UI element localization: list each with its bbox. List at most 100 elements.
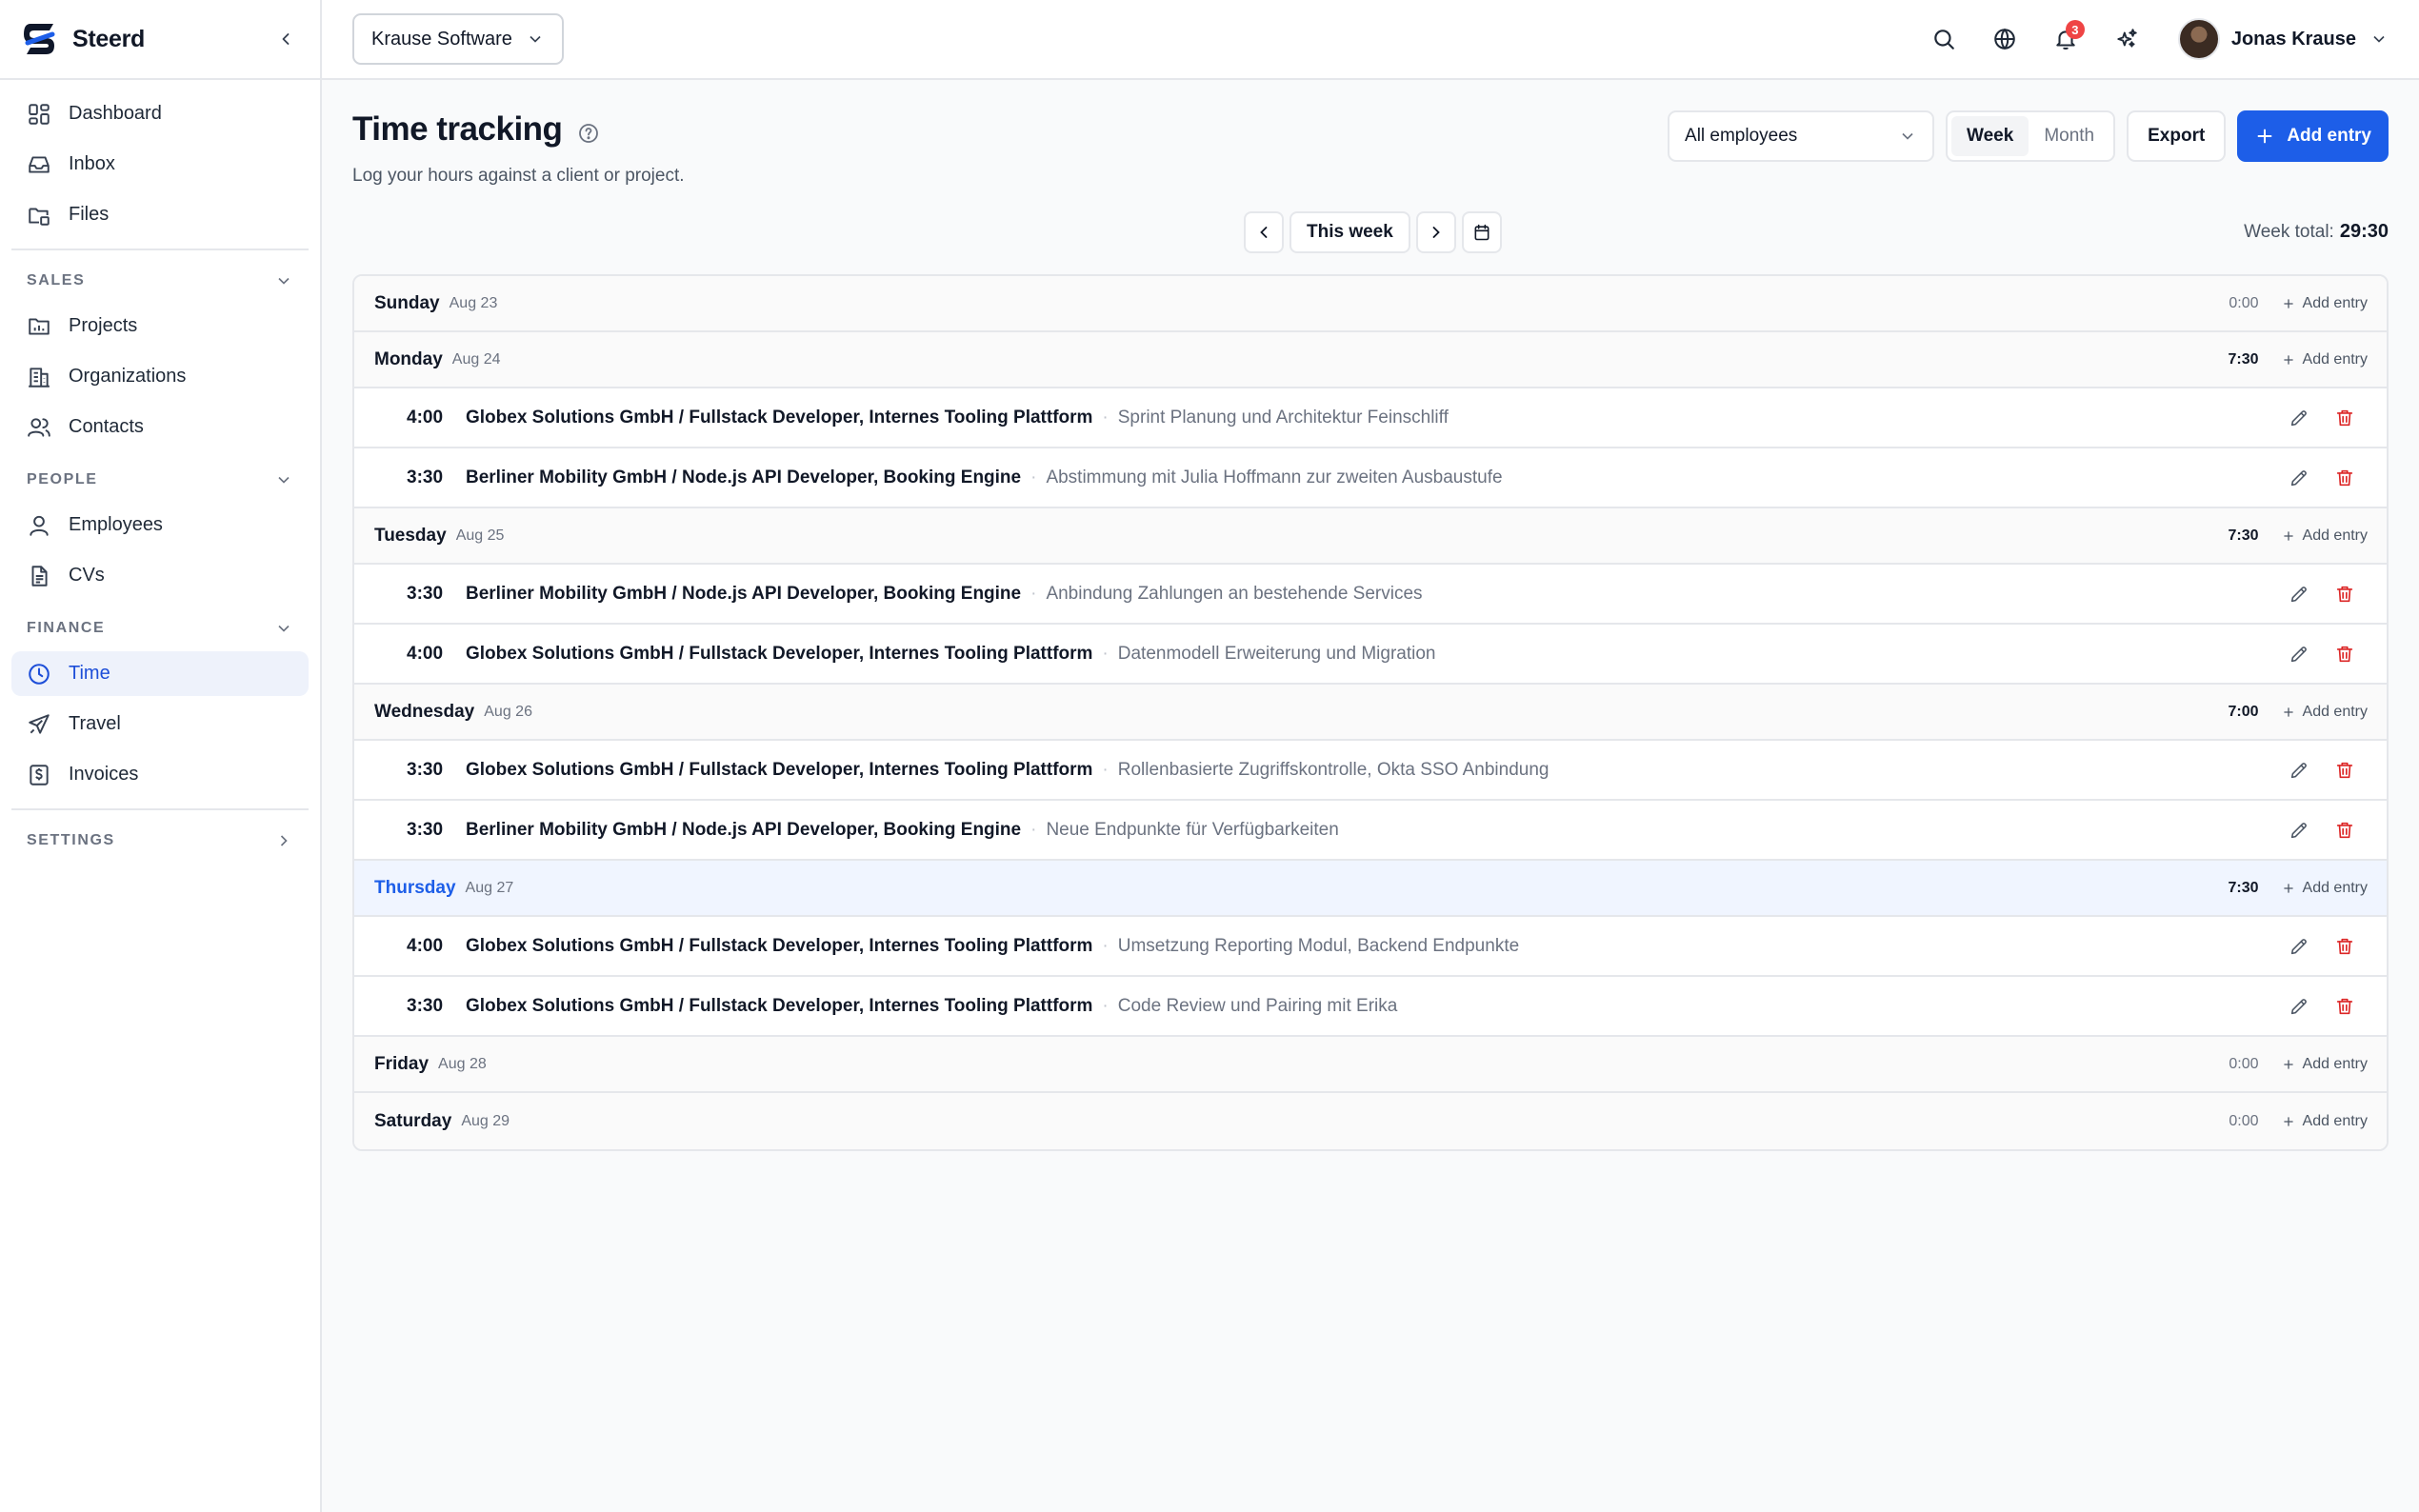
steerd-logo[interactable] — [21, 20, 59, 58]
sidebar-item-files[interactable]: Files — [11, 192, 309, 237]
day-add-entry-button[interactable]: Add entry — [2282, 880, 2368, 897]
contacts-icon — [27, 415, 51, 440]
time-entry-row[interactable]: 3:30 Berliner Mobility GmbH / Node.js API… — [354, 448, 2387, 508]
time-entry-row[interactable]: 3:30 Globex Solutions GmbH / Fullstack De… — [354, 977, 2387, 1037]
chevron-down-icon — [526, 30, 545, 49]
time-entry-row[interactable]: 3:30 Berliner Mobility GmbH / Node.js API… — [354, 801, 2387, 861]
chevron-left-icon — [1260, 227, 1268, 238]
inbox-icon — [27, 152, 51, 177]
sidebar-item-label: CVs — [69, 565, 105, 586]
section-people[interactable]: PEOPLE — [11, 457, 309, 503]
day-add-entry-label: Add entry — [2302, 527, 2368, 544]
time-entry-row[interactable]: 4:00 Globex Solutions GmbH / Fullstack De… — [354, 917, 2387, 977]
day-date: Aug 29 — [461, 1112, 510, 1129]
pencil-icon[interactable] — [2276, 399, 2322, 437]
sidebar-item-cvs[interactable]: CVs — [11, 553, 309, 598]
week-total: Week total: 29:30 — [2244, 221, 2389, 243]
divider — [11, 808, 309, 810]
trash-icon[interactable] — [2322, 399, 2368, 437]
page-subtitle: Log your hours against a client or proje… — [352, 166, 685, 186]
globe-icon[interactable] — [1974, 9, 2035, 70]
trash-icon[interactable] — [2322, 459, 2368, 497]
sidebar-item-contacts[interactable]: Contacts — [11, 405, 309, 449]
organization-select[interactable]: Krause Software — [352, 13, 564, 65]
page-header: Time tracking Log your hours against a c… — [352, 110, 2389, 187]
user-icon — [27, 513, 51, 538]
pencil-icon[interactable] — [2276, 459, 2322, 497]
entry-separator: · — [1102, 995, 1109, 1016]
trash-icon[interactable] — [2322, 987, 2368, 1025]
export-button[interactable]: Export — [2127, 110, 2227, 162]
pencil-icon[interactable] — [2276, 927, 2322, 965]
employee-filter-select[interactable]: All employees — [1668, 110, 1935, 162]
day-total: 7:30 — [2228, 879, 2259, 896]
previous-week-button[interactable] — [1244, 211, 1284, 253]
pencil-icon[interactable] — [2276, 987, 2322, 1025]
pencil-icon[interactable] — [2276, 575, 2322, 613]
this-week-button[interactable]: This week — [1289, 211, 1410, 253]
sidebar-item-projects[interactable]: Projects — [11, 304, 309, 348]
day-add-entry-button[interactable]: Add entry — [2282, 1056, 2368, 1073]
search-icon[interactable] — [1913, 9, 1974, 70]
sidebar-item-dashboard[interactable]: Dashboard — [11, 91, 309, 136]
sidebar-item-travel[interactable]: Travel — [11, 702, 309, 746]
section-finance[interactable]: FINANCE — [11, 606, 309, 651]
day-total: 7:30 — [2228, 527, 2259, 544]
chevron-down-icon — [274, 619, 293, 638]
bell-icon[interactable]: 3 — [2035, 9, 2096, 70]
entry-actions — [2276, 575, 2368, 613]
user-menu[interactable]: Jonas Krause — [2177, 18, 2389, 60]
topbar-actions: 3 Jonas Krause — [1913, 9, 2389, 70]
day-add-entry-button[interactable]: Add entry — [2282, 527, 2368, 545]
entry-actions — [2276, 987, 2368, 1025]
sidebar-item-employees[interactable]: Employees — [11, 503, 309, 547]
entry-duration: 4:00 — [407, 407, 444, 428]
time-entry-row[interactable]: 4:00 Globex Solutions GmbH / Fullstack De… — [354, 625, 2387, 685]
entry-project: Berliner Mobility GmbH / Node.js API Dev… — [466, 583, 1022, 604]
day-total: 0:00 — [2229, 1055, 2259, 1072]
day-add-entry-button[interactable]: Add entry — [2282, 704, 2368, 721]
building-icon — [27, 365, 51, 389]
page-actions: All employees Week Month Export Add entr… — [1668, 110, 2389, 162]
sidebar-item-inbox[interactable]: Inbox — [11, 142, 309, 187]
chevron-down-icon — [274, 271, 293, 290]
view-month-button[interactable]: Month — [2029, 116, 2109, 156]
section-settings[interactable]: SETTINGS — [11, 818, 309, 864]
section-sales[interactable]: SALES — [11, 258, 309, 304]
time-entry-row[interactable]: 3:30 Globex Solutions GmbH / Fullstack De… — [354, 741, 2387, 801]
help-icon[interactable] — [577, 122, 600, 145]
trash-icon[interactable] — [2322, 635, 2368, 673]
trash-icon[interactable] — [2322, 575, 2368, 613]
add-entry-button[interactable]: Add entry — [2237, 110, 2389, 162]
pencil-icon[interactable] — [2276, 811, 2322, 849]
trash-icon[interactable] — [2322, 751, 2368, 789]
time-entry-row[interactable]: 4:00 Globex Solutions GmbH / Fullstack De… — [354, 388, 2387, 448]
pencil-icon[interactable] — [2276, 751, 2322, 789]
folder-icon — [27, 314, 51, 339]
trash-icon[interactable] — [2322, 927, 2368, 965]
entry-project: Globex Solutions GmbH / Fullstack Develo… — [466, 407, 1093, 428]
pencil-icon[interactable] — [2276, 635, 2322, 673]
sidebar-item-organizations[interactable]: Organizations — [11, 354, 309, 399]
section-title: SETTINGS — [27, 832, 115, 848]
day-add-entry-button[interactable]: Add entry — [2282, 1113, 2368, 1130]
collapse-sidebar-icon[interactable] — [272, 26, 299, 52]
sidebar-item-time[interactable]: Time — [11, 651, 309, 696]
day-add-entry-button[interactable]: Add entry — [2282, 295, 2368, 312]
day-name: Sunday — [374, 292, 440, 313]
calendar-button[interactable] — [1461, 211, 1502, 253]
entry-actions — [2276, 459, 2368, 497]
entry-duration: 4:00 — [407, 935, 444, 956]
app-name: Steerd — [72, 25, 146, 52]
time-entry-row[interactable]: 3:30 Berliner Mobility GmbH / Node.js API… — [354, 565, 2387, 625]
day-add-entry-button[interactable]: Add entry — [2282, 351, 2368, 368]
sidebar-item-invoices[interactable]: Invoices — [11, 752, 309, 797]
entry-actions — [2276, 399, 2368, 437]
day-total: 7:00 — [2228, 703, 2259, 720]
view-week-button[interactable]: Week — [1951, 116, 2029, 156]
title-row: Time tracking — [352, 110, 1668, 149]
next-week-button[interactable] — [1415, 211, 1456, 253]
entry-actions — [2276, 751, 2368, 789]
sparkles-icon[interactable] — [2096, 9, 2157, 70]
trash-icon[interactable] — [2322, 811, 2368, 849]
